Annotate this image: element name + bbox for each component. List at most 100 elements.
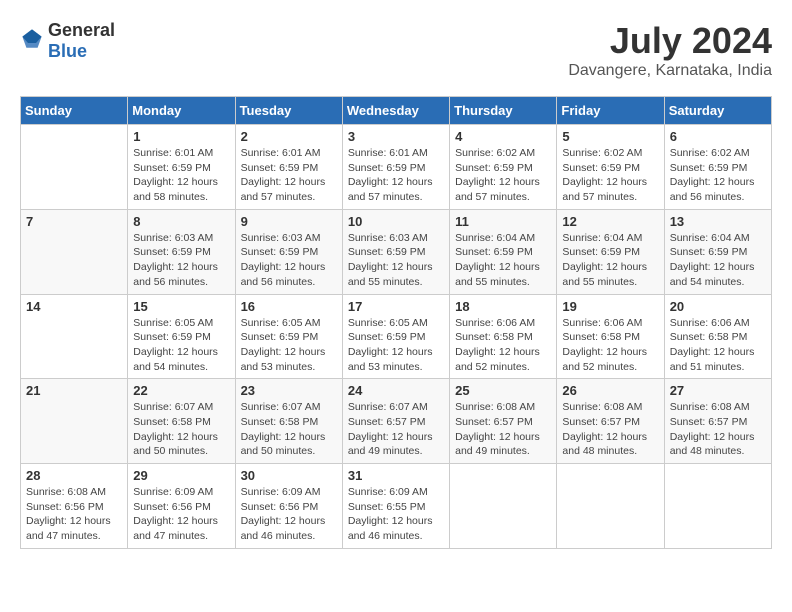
logo-general: General <box>48 20 115 40</box>
day-number: 13 <box>670 214 766 229</box>
weekday-header-thursday: Thursday <box>450 97 557 125</box>
day-info: Sunrise: 6:02 AM Sunset: 6:59 PM Dayligh… <box>562 146 658 205</box>
day-number: 15 <box>133 299 229 314</box>
day-info: Sunrise: 6:01 AM Sunset: 6:59 PM Dayligh… <box>133 146 229 205</box>
calendar-cell: 17 Sunrise: 6:05 AM Sunset: 6:59 PM Dayli… <box>342 294 449 379</box>
title-area: July 2024 Davangere, Karnataka, India <box>568 20 772 80</box>
day-info: Sunrise: 6:04 AM Sunset: 6:59 PM Dayligh… <box>455 231 551 290</box>
calendar-cell: 10 Sunrise: 6:03 AM Sunset: 6:59 PM Dayli… <box>342 209 449 294</box>
day-number: 11 <box>455 214 551 229</box>
calendar-cell: 2 Sunrise: 6:01 AM Sunset: 6:59 PM Daylig… <box>235 125 342 210</box>
day-info: Sunrise: 6:09 AM Sunset: 6:56 PM Dayligh… <box>133 485 229 544</box>
calendar-cell: 13 Sunrise: 6:04 AM Sunset: 6:59 PM Dayli… <box>664 209 771 294</box>
day-number: 25 <box>455 383 551 398</box>
day-info: Sunrise: 6:02 AM Sunset: 6:59 PM Dayligh… <box>455 146 551 205</box>
logo: General Blue <box>20 20 115 62</box>
day-number: 8 <box>133 214 229 229</box>
day-number: 28 <box>26 468 122 483</box>
calendar-cell: 1 Sunrise: 6:01 AM Sunset: 6:59 PM Daylig… <box>128 125 235 210</box>
calendar-week-2: 78 Sunrise: 6:03 AM Sunset: 6:59 PM Dayli… <box>21 209 772 294</box>
logo-icon <box>20 27 44 51</box>
calendar-week-4: 21 22 Sunrise: 6:07 AM Sunset: 6:58 PM Day… <box>21 379 772 464</box>
calendar-cell: 22 Sunrise: 6:07 AM Sunset: 6:58 PM Dayli… <box>128 379 235 464</box>
weekday-header-friday: Friday <box>557 97 664 125</box>
month-title: July 2024 <box>568 20 772 62</box>
calendar-cell: 27Sunrise: 6:08 AM Sunset: 6:57 PM Dayli… <box>664 379 771 464</box>
header: General Blue July 2024 Davangere, Karnat… <box>20 20 772 80</box>
calendar-cell: 12 Sunrise: 6:04 AM Sunset: 6:59 PM Dayli… <box>557 209 664 294</box>
calendar-cell: 3 Sunrise: 6:01 AM Sunset: 6:59 PM Daylig… <box>342 125 449 210</box>
calendar-cell: 11 Sunrise: 6:04 AM Sunset: 6:59 PM Dayli… <box>450 209 557 294</box>
calendar-table: SundayMondayTuesdayWednesdayThursdayFrid… <box>20 96 772 549</box>
logo-blue: Blue <box>48 41 87 61</box>
calendar-cell: 9Sunrise: 6:03 AM Sunset: 6:59 PM Daylig… <box>235 209 342 294</box>
day-number: 22 <box>133 383 229 398</box>
calendar-cell: 20 Sunrise: 6:06 AM Sunset: 6:58 PM Dayli… <box>664 294 771 379</box>
calendar-cell: 16 Sunrise: 6:05 AM Sunset: 6:59 PM Dayli… <box>235 294 342 379</box>
day-info: Sunrise: 6:05 AM Sunset: 6:59 PM Dayligh… <box>348 316 444 375</box>
day-number: 7 <box>26 214 122 229</box>
calendar-cell: 31 Sunrise: 6:09 AM Sunset: 6:55 PM Dayli… <box>342 464 449 549</box>
day-info: Sunrise: 6:05 AM Sunset: 6:59 PM Dayligh… <box>241 316 337 375</box>
day-number: 12 <box>562 214 658 229</box>
day-number: 31 <box>348 468 444 483</box>
weekday-header-row: SundayMondayTuesdayWednesdayThursdayFrid… <box>21 97 772 125</box>
calendar-cell: 24 Sunrise: 6:07 AM Sunset: 6:57 PM Dayli… <box>342 379 449 464</box>
day-info: Sunrise: 6:01 AM Sunset: 6:59 PM Dayligh… <box>348 146 444 205</box>
calendar-cell: 25Sunrise: 6:08 AM Sunset: 6:57 PM Dayli… <box>450 379 557 464</box>
day-info: Sunrise: 6:08 AM Sunset: 6:57 PM Dayligh… <box>562 400 658 459</box>
day-number: 21 <box>26 383 122 398</box>
calendar-cell: 30Sunrise: 6:09 AM Sunset: 6:56 PM Dayli… <box>235 464 342 549</box>
calendar-cell: 8 Sunrise: 6:03 AM Sunset: 6:59 PM Daylig… <box>128 209 235 294</box>
day-number: 26 <box>562 383 658 398</box>
day-info: Sunrise: 6:06 AM Sunset: 6:58 PM Dayligh… <box>670 316 766 375</box>
calendar-cell: 26 Sunrise: 6:08 AM Sunset: 6:57 PM Dayli… <box>557 379 664 464</box>
weekday-header-monday: Monday <box>128 97 235 125</box>
day-info: Sunrise: 6:07 AM Sunset: 6:57 PM Dayligh… <box>348 400 444 459</box>
calendar-cell: 7 <box>21 209 128 294</box>
day-number: 6 <box>670 129 766 144</box>
day-info: Sunrise: 6:09 AM Sunset: 6:55 PM Dayligh… <box>348 485 444 544</box>
day-number: 23 <box>241 383 337 398</box>
day-info: Sunrise: 6:03 AM Sunset: 6:59 PM Dayligh… <box>241 231 337 290</box>
calendar-cell <box>557 464 664 549</box>
day-number: 20 <box>670 299 766 314</box>
day-info: Sunrise: 6:07 AM Sunset: 6:58 PM Dayligh… <box>133 400 229 459</box>
day-info: Sunrise: 6:02 AM Sunset: 6:59 PM Dayligh… <box>670 146 766 205</box>
day-info: Sunrise: 6:03 AM Sunset: 6:59 PM Dayligh… <box>348 231 444 290</box>
weekday-header-sunday: Sunday <box>21 97 128 125</box>
day-number: 17 <box>348 299 444 314</box>
day-info: Sunrise: 6:07 AM Sunset: 6:58 PM Dayligh… <box>241 400 337 459</box>
day-number: 24 <box>348 383 444 398</box>
day-info: Sunrise: 6:05 AM Sunset: 6:59 PM Dayligh… <box>133 316 229 375</box>
calendar-cell: 6 Sunrise: 6:02 AM Sunset: 6:59 PM Daylig… <box>664 125 771 210</box>
day-info: Sunrise: 6:06 AM Sunset: 6:58 PM Dayligh… <box>455 316 551 375</box>
location-title: Davangere, Karnataka, India <box>568 62 772 80</box>
day-info: Sunrise: 6:04 AM Sunset: 6:59 PM Dayligh… <box>670 231 766 290</box>
day-info: Sunrise: 6:08 AM Sunset: 6:57 PM Dayligh… <box>670 400 766 459</box>
day-number: 18 <box>455 299 551 314</box>
calendar-cell <box>664 464 771 549</box>
day-number: 10 <box>348 214 444 229</box>
day-number: 16 <box>241 299 337 314</box>
day-info: Sunrise: 6:01 AM Sunset: 6:59 PM Dayligh… <box>241 146 337 205</box>
day-info: Sunrise: 6:04 AM Sunset: 6:59 PM Dayligh… <box>562 231 658 290</box>
weekday-header-tuesday: Tuesday <box>235 97 342 125</box>
day-number: 14 <box>26 299 122 314</box>
calendar-cell: 23 Sunrise: 6:07 AM Sunset: 6:58 PM Dayli… <box>235 379 342 464</box>
day-info: Sunrise: 6:06 AM Sunset: 6:58 PM Dayligh… <box>562 316 658 375</box>
day-number: 1 <box>133 129 229 144</box>
day-info: Sunrise: 6:03 AM Sunset: 6:59 PM Dayligh… <box>133 231 229 290</box>
calendar-cell <box>450 464 557 549</box>
calendar-week-5: 28Sunrise: 6:08 AM Sunset: 6:56 PM Dayli… <box>21 464 772 549</box>
weekday-header-saturday: Saturday <box>664 97 771 125</box>
weekday-header-wednesday: Wednesday <box>342 97 449 125</box>
calendar-cell: 18 Sunrise: 6:06 AM Sunset: 6:58 PM Dayli… <box>450 294 557 379</box>
day-number: 3 <box>348 129 444 144</box>
day-number: 4 <box>455 129 551 144</box>
day-number: 2 <box>241 129 337 144</box>
day-info: Sunrise: 6:09 AM Sunset: 6:56 PM Dayligh… <box>241 485 337 544</box>
calendar-cell: 19Sunrise: 6:06 AM Sunset: 6:58 PM Dayli… <box>557 294 664 379</box>
calendar-cell: 5Sunrise: 6:02 AM Sunset: 6:59 PM Daylig… <box>557 125 664 210</box>
day-number: 29 <box>133 468 229 483</box>
